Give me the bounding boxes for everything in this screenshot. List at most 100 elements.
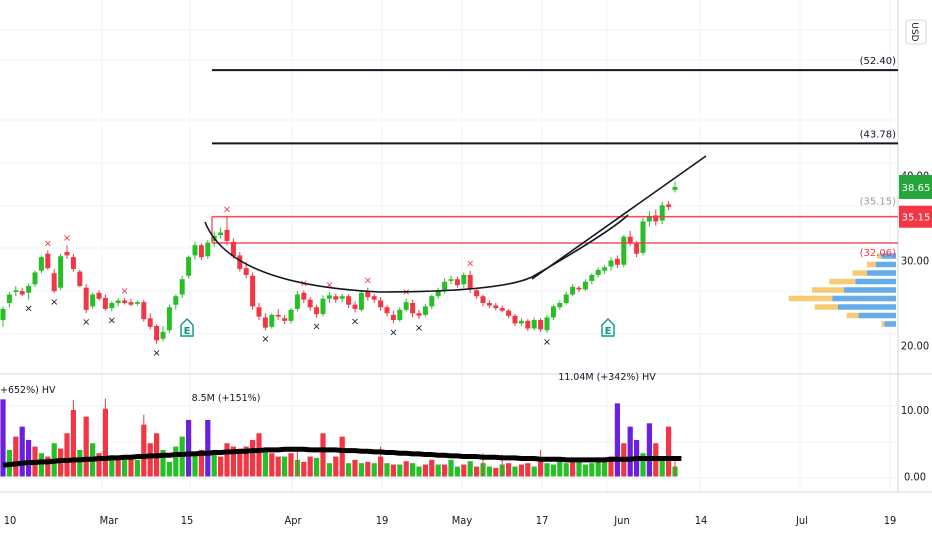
candle-down [275,314,281,317]
candle-up [659,205,665,221]
volume-tick-label: 0.00 [904,471,926,484]
volume-bar [134,459,140,477]
candle-down [499,308,505,311]
target-label: (52.40) [860,56,897,67]
price-tick-label: 20.00 [901,340,929,353]
candle-down [102,297,108,309]
last-price-text: 38.65 [902,183,931,194]
time-tick-label: 14 [695,514,708,527]
volume-bar [77,449,83,477]
volume-bar [26,439,32,477]
profile-bar-up [788,295,833,302]
volume-bar [326,463,332,477]
profile-bar-down [858,312,896,319]
candle-up [339,296,345,299]
candle-up [595,269,601,275]
volume-bar [346,463,352,477]
volume-bar [563,463,569,477]
stock-chart: ××××× ××××××××××××××× +652%) HV8.5M (+151… [0,0,932,527]
volume-bar [550,464,556,477]
candle-down [45,253,51,269]
candle-down [141,302,147,320]
candle-up [0,308,6,320]
pivot-low-marker: × [50,297,58,308]
volume-bar [512,466,518,477]
volume-bar [384,463,390,477]
volume-bar [429,459,435,477]
volume-tick-label: 10.00 [901,404,929,417]
candle-up [589,274,595,281]
pivot-low-marker: × [24,304,32,315]
volume-bar [218,456,224,477]
time-tick-label: 19 [884,514,897,527]
volume-bar [493,467,499,477]
time-tick-label: Apr [284,514,302,527]
candle-up [179,279,185,295]
candle-down [371,296,377,300]
candle-up [570,286,576,295]
candle-up [160,331,166,339]
candle-up [442,281,448,292]
candle-up [115,300,121,303]
candle-up [531,320,537,329]
volume-bar [256,433,262,477]
volume-bar [371,463,377,477]
pivot-low-marker: × [543,337,551,348]
candle-up [269,314,275,327]
pivot-high-marker: × [223,204,231,215]
candle-up [288,309,294,321]
pivot-high-marker: × [44,238,52,249]
volume-bar [474,466,480,477]
volume-bar [403,461,409,477]
time-tick-label: 17 [536,514,549,527]
volume-annotation: 11.04M (+342%) HV [558,372,656,383]
profile-bar-up [846,312,859,319]
candle-up [640,221,646,253]
volume-bar [282,456,288,477]
volume-bar [269,453,275,477]
volume-bar [38,453,44,477]
volume-annotation: +652%) HV [0,385,56,396]
candle-down [128,302,134,305]
time-tick-label: Jun [613,514,629,527]
volume-bar [122,459,128,477]
candle-up [58,256,64,288]
candle-up [422,306,428,315]
candle-up [38,257,44,271]
candle-up [32,272,38,285]
candle-down [83,287,89,310]
volume-bar [339,436,345,477]
profile-bar-up [814,304,838,310]
volume-bar [518,464,524,477]
candle-down [486,303,492,306]
candle-up [134,302,140,304]
candle-down [506,310,512,316]
volume-bar [224,443,230,477]
volume-bar [442,464,448,477]
volume-bar [602,461,608,477]
profile-bar-down [855,278,896,285]
volume-bar [454,466,460,477]
volume-bar [19,426,25,477]
volume-bar [307,456,313,477]
candle-up [672,186,678,190]
volume-bar [250,439,256,477]
candle-down [64,252,70,256]
pivot-low-marker: × [351,316,359,327]
volume-bar [646,423,652,477]
volume-bar [506,463,512,477]
candle-up [582,281,588,290]
candle-up [294,294,300,309]
candle-down [576,287,582,290]
candle-up [90,294,96,307]
candle-down [390,314,396,320]
candle-down [538,320,544,330]
candle-up [218,232,224,235]
candle-down [416,313,422,316]
pivot-low-marker: × [82,317,90,328]
candle-down [154,325,160,341]
candle-up [358,292,364,310]
profile-bar-up [881,321,885,327]
volume-bar [589,463,595,477]
time-tick-label: 10 [4,514,17,527]
